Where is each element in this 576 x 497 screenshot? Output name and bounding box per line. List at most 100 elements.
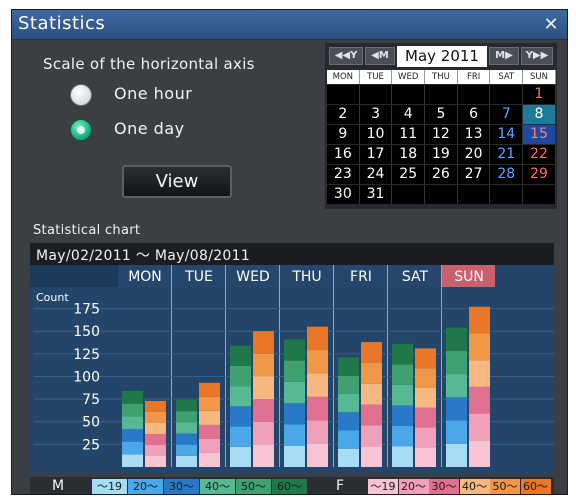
calendar-empty-cell <box>457 85 491 104</box>
calendar-day[interactable]: 1 <box>523 85 556 104</box>
calendar-day[interactable]: 19 <box>425 145 458 164</box>
bar-segment-m <box>176 455 197 467</box>
prev-year-button[interactable]: ◀◀Y <box>329 47 363 65</box>
calendar-weekday-thu: THU <box>425 70 458 84</box>
bar-segment-f <box>253 399 274 422</box>
bar-segment-m <box>284 424 305 446</box>
calendar-day[interactable]: 3 <box>359 105 393 124</box>
bar-segment-m <box>122 403 143 417</box>
calendar-day[interactable]: 31 <box>359 185 393 204</box>
day-header-mon: MON <box>128 269 162 285</box>
calendar-day[interactable]: 9 <box>327 125 360 144</box>
chart-svg: MON TUE WED THU FRI SAT SUN 25 50 75 100 125 150 175 C… <box>30 265 554 473</box>
calendar-day[interactable]: 12 <box>425 125 458 144</box>
bar-segment-m <box>230 406 251 427</box>
bar-segment-f <box>361 362 382 384</box>
y-tick-label: 75 <box>82 392 100 408</box>
next-year-button[interactable]: Y▶▶ <box>521 47 553 65</box>
bar-segment-f <box>361 425 382 447</box>
date-range: May/02/2011 ～ May/08/2011 <box>36 248 251 264</box>
calendar-weekday-wed: WED <box>392 70 426 84</box>
calendar-day[interactable]: 22 <box>523 145 556 164</box>
close-icon[interactable]: ✕ <box>541 15 561 35</box>
y-tick-label: 150 <box>73 324 100 340</box>
calendar-day[interactable]: 30 <box>327 185 360 204</box>
calendar-day[interactable]: 28 <box>490 165 524 184</box>
bar-segment-m <box>392 364 413 385</box>
bar-segment-m <box>230 426 251 447</box>
bar-segment-m <box>338 375 359 394</box>
legend-female-band: 50～ <box>490 479 520 494</box>
bar-segment-f <box>253 421 274 445</box>
bar-segment-m <box>284 403 305 425</box>
calendar-day[interactable]: 17 <box>359 145 393 164</box>
calendar-day[interactable]: 13 <box>457 125 491 144</box>
bar-segment-m <box>176 400 197 412</box>
bar-segment-m <box>122 454 143 467</box>
legend-male-band: 50～ <box>236 479 271 494</box>
bar-segment-f <box>361 446 382 467</box>
y-tick-label: 50 <box>82 415 100 431</box>
bar-segment-f <box>469 360 490 387</box>
chart-section-label: Statistical chart <box>33 223 141 238</box>
prev-month-button[interactable]: ◀M <box>365 47 395 65</box>
calendar-day[interactable]: 15 <box>523 125 556 144</box>
calendar-weekday-tue: TUE <box>359 70 393 84</box>
calendar-empty-cell <box>523 185 556 204</box>
bar-segment-f <box>415 368 436 388</box>
bar-segment-m <box>122 441 143 455</box>
legend-male-band: ～19 <box>92 479 127 494</box>
calendar-day[interactable]: 25 <box>392 165 426 184</box>
calendar-day[interactable]: 11 <box>392 125 426 144</box>
calendar-day[interactable]: 5 <box>425 105 458 124</box>
calendar-day[interactable]: 2 <box>327 105 360 124</box>
bar-segment-f <box>145 422 166 434</box>
day-header-thu: THU <box>291 269 321 285</box>
bar-segment-m <box>392 384 413 406</box>
calendar-day[interactable]: 24 <box>359 165 393 184</box>
legend-female-band: 40～ <box>459 479 490 494</box>
bar-segment-f <box>307 443 328 467</box>
radio-button-selected[interactable] <box>70 119 92 141</box>
calendar-month: May 2011 <box>397 46 487 67</box>
calendar-day[interactable]: 7 <box>490 105 524 124</box>
calendar-day[interactable]: 27 <box>457 165 491 184</box>
bar-segment-m <box>338 448 359 467</box>
calendar-empty-cell <box>425 185 458 204</box>
calendar-day[interactable]: 18 <box>392 145 426 164</box>
calendar-day[interactable]: 16 <box>327 145 360 164</box>
radio-button-unselected[interactable] <box>70 84 92 106</box>
bar-segment-f <box>253 444 274 467</box>
bar-segment-f <box>361 383 382 405</box>
bar-segment-f <box>199 452 220 467</box>
calendar-day[interactable]: 20 <box>457 145 491 164</box>
bar-segment-m <box>230 446 251 467</box>
bar-segment-f <box>469 413 490 441</box>
settings-panel: Scale of the horizontal axis One hour On… <box>12 41 567 219</box>
calendar-day[interactable]: 29 <box>523 165 556 184</box>
legend: M ～19 20～ 30～ 40～ 50～ 60～ F ～19 20～ 30～ 40～ 50～ 60～ <box>30 477 554 494</box>
calendar-day[interactable]: 8 <box>523 105 556 124</box>
y-tick-label: 25 <box>82 437 100 453</box>
chart-panel: Statistical chart May/02/2011 ～ May/08/2… <box>12 219 567 494</box>
bar-segment-f <box>307 326 328 351</box>
calendar-day[interactable]: 26 <box>425 165 458 184</box>
bar-segment-f <box>145 433 166 445</box>
bar-segment-m <box>284 381 305 404</box>
calendar-day[interactable]: 10 <box>359 125 393 144</box>
calendar-day[interactable]: 14 <box>490 125 524 144</box>
calendar-day[interactable]: 4 <box>392 105 426 124</box>
bar-segment-f <box>361 404 382 426</box>
legend-female-band: 20～ <box>398 479 429 494</box>
view-button[interactable]: View <box>122 165 232 198</box>
radio-label-one-day: One day <box>114 119 185 138</box>
bar-segment-m <box>392 405 413 426</box>
calendar-day[interactable]: 21 <box>490 145 524 164</box>
next-month-button[interactable]: M▶ <box>489 47 519 65</box>
bar-segment-m <box>338 430 359 449</box>
legend-male-band: 60～ <box>272 479 307 494</box>
calendar-day[interactable]: 23 <box>327 165 360 184</box>
bar-segment-m <box>446 443 467 467</box>
calendar-day[interactable]: 6 <box>457 105 491 124</box>
legend-male-label: M <box>52 478 65 494</box>
